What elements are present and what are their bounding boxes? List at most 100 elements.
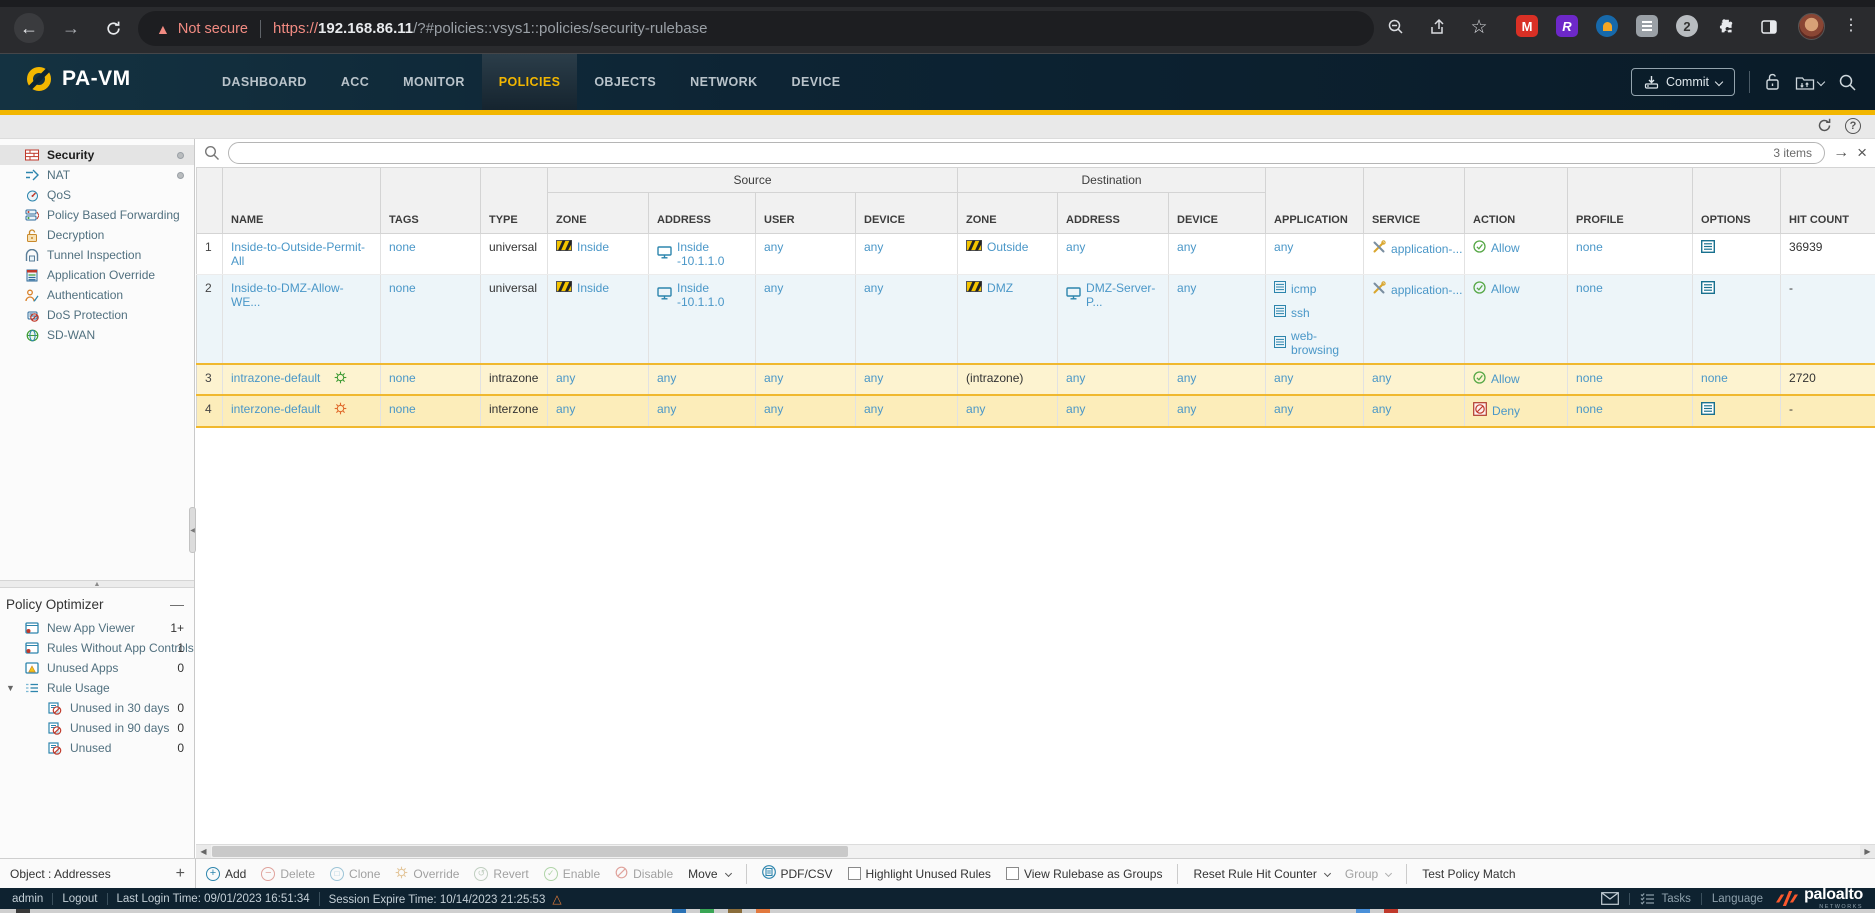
action-link[interactable]: Allow xyxy=(1491,282,1520,296)
col-action[interactable]: ACTION xyxy=(1465,168,1568,234)
tab-acc[interactable]: ACC xyxy=(324,54,386,110)
col-service[interactable]: SERVICE xyxy=(1364,168,1465,234)
col-type[interactable]: TYPE xyxy=(481,168,548,234)
cell-src-device[interactable]: any xyxy=(864,281,883,295)
cell-dst-zone[interactable]: any xyxy=(966,402,985,416)
cell-user[interactable]: any xyxy=(764,240,783,254)
r-extension-icon[interactable]: R xyxy=(1556,15,1578,37)
url-text[interactable]: https://192.168.86.11/?#policies::vsys1:… xyxy=(273,20,707,37)
dst-zone-link[interactable]: DMZ xyxy=(987,281,1013,295)
profile-avatar[interactable] xyxy=(1798,13,1825,40)
logout-link[interactable]: Logout xyxy=(52,893,97,905)
sidebar-item-qos[interactable]: QoS xyxy=(0,185,194,205)
dst-address-link[interactable]: DMZ-Server-P... xyxy=(1086,281,1160,309)
cell-dst-address[interactable]: any xyxy=(1066,240,1085,254)
col-options[interactable]: OPTIONS xyxy=(1693,168,1781,234)
browser-reload-button[interactable] xyxy=(98,13,128,43)
action-link[interactable]: Deny xyxy=(1492,404,1520,418)
cell-profile[interactable]: none xyxy=(1576,281,1603,295)
po-item-new-app-viewer[interactable]: New App Viewer 1+ xyxy=(0,618,194,638)
col-profile[interactable]: PROFILE xyxy=(1568,168,1693,234)
cell-application[interactable]: any xyxy=(1274,240,1293,254)
zoom-out-icon[interactable] xyxy=(1384,15,1408,39)
scroll-left-button[interactable]: ◀ xyxy=(196,845,211,858)
src-address-link[interactable]: Inside -10.1.1.0 xyxy=(677,240,747,268)
apply-filter-arrow-icon[interactable]: → xyxy=(1833,144,1849,162)
revert-button[interactable]: ↺Revert xyxy=(474,867,528,881)
rule-row[interactable]: 4 interzone-default none interzone any a… xyxy=(197,395,1875,427)
filter-input[interactable] xyxy=(241,146,1773,160)
view-rulebase-groups-checkbox[interactable]: View Rulebase as Groups xyxy=(1006,867,1163,881)
cell-profile[interactable]: none xyxy=(1576,402,1603,416)
cell-tags[interactable]: none xyxy=(389,281,416,295)
test-policy-match-button[interactable]: Test Policy Match xyxy=(1406,864,1515,884)
cell-service[interactable]: any xyxy=(1372,371,1391,385)
cell-dst-address[interactable]: any xyxy=(1066,371,1085,385)
cell-src-zone[interactable]: any xyxy=(556,371,575,385)
cell-options[interactable]: none xyxy=(1701,371,1728,385)
application-link[interactable]: ssh xyxy=(1291,306,1310,320)
blue-extension-icon[interactable] xyxy=(1596,15,1618,37)
tab-device[interactable]: DEVICE xyxy=(775,54,858,110)
col-dst-zone[interactable]: ZONE xyxy=(958,193,1058,234)
cell-dst-address[interactable]: any xyxy=(1066,402,1085,416)
cell-dst-device[interactable]: any xyxy=(1177,402,1196,416)
default-rule-gear-icon[interactable] xyxy=(334,371,347,384)
cell-src-device[interactable]: any xyxy=(864,371,883,385)
browser-menu-icon[interactable]: ⋮ xyxy=(1843,15,1860,35)
tab-policies[interactable]: POLICIES xyxy=(482,54,578,110)
collapse-icon[interactable]: — xyxy=(170,596,184,612)
group-dropdown[interactable]: Group xyxy=(1345,867,1391,881)
col-hit-count[interactable]: HIT COUNT xyxy=(1781,168,1875,234)
po-item-unused[interactable]: Unused 0 xyxy=(0,738,194,758)
sidebar-item-authentication[interactable]: Authentication xyxy=(0,285,194,305)
cell-src-device[interactable]: any xyxy=(864,402,883,416)
application-link[interactable]: web-browsing xyxy=(1291,329,1355,357)
po-item-unused-30-days[interactable]: Unused in 30 days 0 xyxy=(0,698,194,718)
col-tags[interactable]: TAGS xyxy=(381,168,481,234)
badge2-extension-icon[interactable]: 2 xyxy=(1676,15,1698,37)
move-dropdown[interactable]: Move xyxy=(688,867,730,881)
rule-name-link[interactable]: Inside-to-Outside-Permit-All xyxy=(231,240,365,268)
po-item-unused-90-days[interactable]: Unused in 90 days 0 xyxy=(0,718,194,738)
rule-row[interactable]: 1 Inside-to-Outside-Permit-All none univ… xyxy=(197,234,1875,275)
global-search-icon[interactable] xyxy=(1838,73,1857,92)
clear-filter-icon[interactable]: × xyxy=(1857,143,1867,163)
add-button[interactable]: +Add xyxy=(206,867,246,881)
extensions-puzzle-icon[interactable] xyxy=(1716,15,1740,39)
sidebar-item-tunnel-inspection[interactable]: Tunnel Inspection xyxy=(0,245,194,265)
rule-name-link[interactable]: intrazone-default xyxy=(231,371,320,385)
not-secure-label[interactable]: Not secure xyxy=(178,21,248,37)
horizontal-scrollbar[interactable]: ◀ ▶ xyxy=(196,844,1875,858)
default-rule-gear-icon[interactable] xyxy=(334,402,347,415)
sidebar-item-policy-based-forwarding[interactable]: Policy Based Forwarding xyxy=(0,205,194,225)
tab-objects[interactable]: OBJECTS xyxy=(577,54,673,110)
cell-src-address[interactable]: any xyxy=(657,371,676,385)
highlight-unused-checkbox[interactable]: Highlight Unused Rules xyxy=(848,867,991,881)
commit-button[interactable]: Commit xyxy=(1631,68,1735,96)
tab-network[interactable]: NETWORK xyxy=(673,54,774,110)
sidebar-item-nat[interactable]: NAT xyxy=(0,165,194,185)
application-link[interactable]: icmp xyxy=(1291,282,1316,296)
cell-profile[interactable]: none xyxy=(1576,371,1603,385)
config-io-control[interactable] xyxy=(1795,74,1824,91)
checkbox-icon[interactable] xyxy=(848,867,861,880)
add-object-icon[interactable]: + xyxy=(176,865,185,883)
cell-user[interactable]: any xyxy=(764,402,783,416)
options-log-icon[interactable] xyxy=(1701,242,1715,256)
delete-button[interactable]: −Delete xyxy=(261,867,315,881)
scrollbar-thumb[interactable] xyxy=(212,846,848,857)
cell-src-device[interactable]: any xyxy=(864,240,883,254)
po-item-unused-apps[interactable]: Unused Apps 0 xyxy=(0,658,194,678)
help-icon[interactable]: ? xyxy=(1845,118,1861,134)
col-src-address[interactable]: ADDRESS xyxy=(649,193,756,234)
language-button[interactable]: Language xyxy=(1712,893,1763,905)
enable-button[interactable]: ✓Enable xyxy=(544,867,600,881)
src-zone-link[interactable]: Inside xyxy=(577,240,609,254)
reset-hit-counter-dropdown[interactable]: Reset Rule Hit Counter xyxy=(1177,864,1329,884)
options-log-icon[interactable] xyxy=(1701,283,1715,297)
cell-dst-device[interactable]: any xyxy=(1177,240,1196,254)
tab-dashboard[interactable]: DASHBOARD xyxy=(205,54,324,110)
action-link[interactable]: Allow xyxy=(1491,372,1520,386)
col-src-zone[interactable]: ZONE xyxy=(548,193,649,234)
